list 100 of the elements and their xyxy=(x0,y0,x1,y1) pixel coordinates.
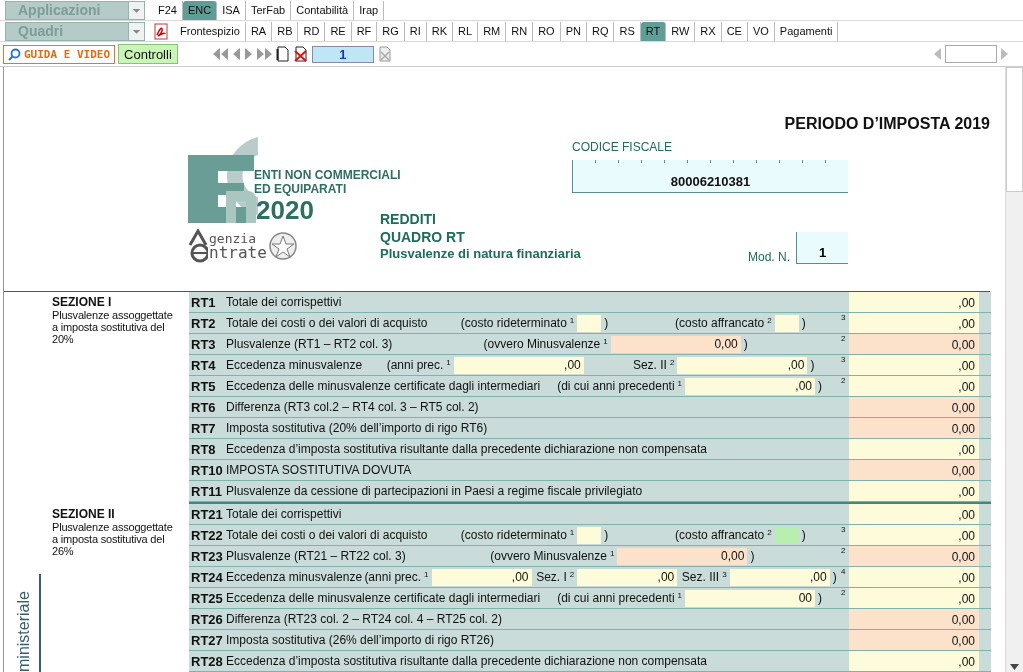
tab[interactable]: RL xyxy=(453,21,479,41)
tab[interactable]: RK xyxy=(426,21,454,41)
amount-field[interactable]: 0,00 xyxy=(849,546,979,566)
amount-field[interactable] xyxy=(577,526,602,544)
amount-field[interactable]: 0,00 xyxy=(617,547,748,565)
row-code: RT8 xyxy=(190,441,217,457)
amount-field[interactable]: ,00 xyxy=(849,481,979,501)
column-number: 1 xyxy=(569,527,575,537)
tab[interactable]: RS xyxy=(614,21,641,41)
amount-field[interactable]: ,00 xyxy=(729,568,830,586)
tab[interactable]: RF xyxy=(351,21,378,41)
pdf-icon[interactable] xyxy=(153,22,169,40)
tab[interactable]: RB xyxy=(272,21,299,41)
amount-field[interactable]: ,00 xyxy=(849,504,979,524)
tab[interactable]: RM xyxy=(478,21,507,41)
column-number: 4 xyxy=(840,567,847,578)
row-label: Differenza (RT3 col.2 – RT4 col. 3 – RT5 col. 2) xyxy=(226,400,479,414)
amount-field[interactable]: 0,00 xyxy=(849,609,979,629)
row-code: RT26 xyxy=(190,611,224,627)
page-icon[interactable] xyxy=(376,46,393,62)
amount-field[interactable]: ,00 xyxy=(849,313,979,333)
scrollbar-thumb[interactable] xyxy=(1006,67,1023,192)
tab[interactable]: Frontespizio xyxy=(175,21,246,41)
tab[interactable]: CE xyxy=(721,21,748,41)
tab[interactable]: RW xyxy=(666,21,696,41)
new-page-icon[interactable] xyxy=(275,46,290,62)
right-arrow-icon[interactable] xyxy=(1000,47,1009,61)
amount-field[interactable]: ,00 xyxy=(849,376,979,396)
tab[interactable]: ENC xyxy=(182,0,218,20)
logo-text: ED EQUIPARATI xyxy=(254,183,347,195)
column-number: 1 xyxy=(603,336,608,346)
row-code: RT22 xyxy=(190,527,224,543)
amount-field[interactable]: ,00 xyxy=(453,356,584,374)
input-field[interactable] xyxy=(945,45,997,63)
amount-field[interactable]: 00 xyxy=(685,589,815,607)
tab[interactable]: F24 xyxy=(153,0,183,20)
tab[interactable]: RG xyxy=(377,21,405,41)
amount-field[interactable]: 0,00 xyxy=(849,630,979,650)
amount-field[interactable]: ,00 xyxy=(431,568,532,586)
field-caption: ) xyxy=(604,528,609,542)
checks-button[interactable]: Controlli xyxy=(118,44,178,64)
side-label: ministeriale xyxy=(15,574,41,672)
amount-field[interactable] xyxy=(774,526,799,544)
tab[interactable]: RA xyxy=(245,21,273,41)
tab[interactable]: Contabilità xyxy=(291,0,355,20)
row-label: Plusvalenze (RT21 – RT22 col. 3) xyxy=(226,549,406,563)
amount-field[interactable]: ,00 xyxy=(577,568,678,586)
amount-field[interactable]: 0,00 xyxy=(849,334,979,354)
tab[interactable]: RO xyxy=(533,21,561,41)
amount-field[interactable]: ,00 xyxy=(849,355,979,375)
tax-code-field[interactable]: 80006210381 xyxy=(572,160,848,193)
tab[interactable]: RN xyxy=(506,21,534,41)
field-caption: ) xyxy=(801,528,806,542)
amount-field[interactable] xyxy=(577,314,602,332)
amount-field[interactable] xyxy=(774,314,799,332)
row-code: RT27 xyxy=(190,632,224,648)
delete-page-icon[interactable] xyxy=(292,46,309,62)
tab[interactable]: RD xyxy=(298,21,326,41)
row-code: RT28 xyxy=(190,653,224,669)
field-label: Mod. N. xyxy=(748,250,790,264)
tab[interactable]: TerFab xyxy=(245,0,292,20)
search-icon xyxy=(8,47,21,61)
column-number: 3 xyxy=(840,313,847,324)
amount-field[interactable]: ,00 xyxy=(849,567,979,587)
scrollbar[interactable] xyxy=(1005,67,1023,672)
module-field[interactable]: 1 xyxy=(796,232,848,264)
field-caption: (costo rideterminato xyxy=(460,528,567,542)
amount-field[interactable]: 0,00 xyxy=(610,335,741,353)
amount-field[interactable]: ,00 xyxy=(849,439,979,459)
tab[interactable]: ISA xyxy=(217,0,246,20)
tab[interactable]: RE xyxy=(325,21,352,41)
left-arrow-icon[interactable] xyxy=(231,47,241,61)
amount-field[interactable]: ,00 xyxy=(849,292,979,312)
tab[interactable]: Irap xyxy=(354,0,385,20)
field-caption: (costo rideterminato xyxy=(460,316,567,330)
double-left-arrow-icon[interactable] xyxy=(211,47,229,61)
tab[interactable]: PN xyxy=(560,21,587,41)
amount-field[interactable]: 0,00 xyxy=(849,460,979,480)
tab[interactable]: RX xyxy=(695,21,722,41)
column-number: 2 xyxy=(840,376,847,387)
page-field[interactable]: 1 xyxy=(311,45,374,63)
right-arrow-icon[interactable] xyxy=(243,47,253,61)
tab[interactable]: RQ xyxy=(586,21,615,41)
amount-field[interactable]: ,00 xyxy=(849,525,979,545)
amount-field[interactable]: ,00 xyxy=(849,651,979,671)
amount-field[interactable]: 0,00 xyxy=(849,418,979,438)
amount-field[interactable]: ,00 xyxy=(677,356,808,374)
amount-field[interactable]: 0,00 xyxy=(849,397,979,417)
row-label: Eccedenza delle minusvalenze certificate dagli intermediari xyxy=(226,379,541,393)
tab[interactable]: RT xyxy=(640,21,667,41)
column-number: 2 xyxy=(767,315,772,325)
tab[interactable]: VO xyxy=(747,21,775,41)
tab[interactable]: Pagamenti xyxy=(774,21,839,41)
section-description: Plusvalenze assoggettate a imposta sostitutiva del 20% xyxy=(52,309,174,345)
tab[interactable]: RI xyxy=(404,21,427,41)
amount-field[interactable]: ,00 xyxy=(849,588,979,608)
amount-field[interactable]: ,00 xyxy=(685,377,815,395)
field-caption: ) xyxy=(810,358,815,372)
row-code: RT21 xyxy=(190,506,224,522)
left-arrow-icon[interactable] xyxy=(933,47,942,61)
